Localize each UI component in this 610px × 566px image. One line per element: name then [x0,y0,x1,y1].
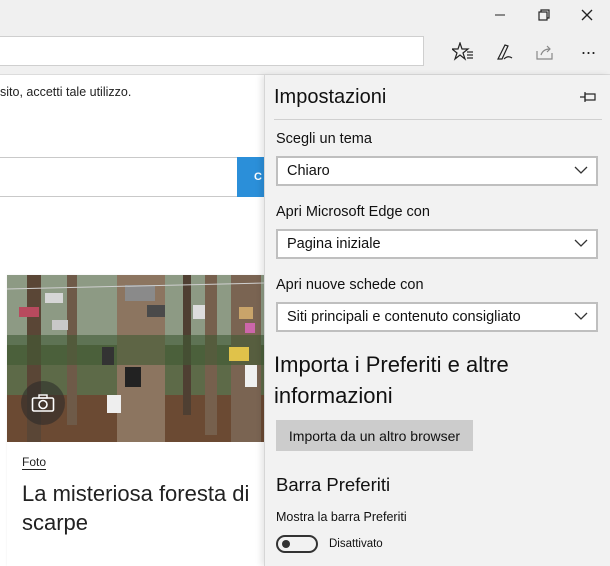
open-with-label: Apri Microsoft Edge con [276,204,430,220]
share-icon [536,45,553,60]
favorites-bar-title: Barra Preferiti [276,474,391,495]
card-headline[interactable]: La misteriosa foresta di scarpe [22,479,252,537]
search-button-label: C [254,171,262,183]
navigation-bar: ··· [0,30,610,75]
search-button[interactable]: C [237,157,267,197]
web-page: sito, accetti tale utilizzo. C Foto La m… [0,75,267,566]
new-tabs-value: Siti principali e contenuto consigliato [287,309,521,325]
settings-title: Impostazioni [274,86,387,108]
card-category[interactable]: Foto [22,455,47,470]
settings-panel: Impostazioni Scegli un tema Chiaro Apri … [264,75,610,566]
news-card[interactable]: Foto La misteriosa foresta di scarpe [7,275,264,566]
chevron-down-icon [574,166,588,174]
theme-label: Scegli un tema [276,131,372,147]
open-with-select[interactable]: Pagina iniziale [276,229,598,259]
camera-icon [31,394,55,412]
import-browser-button[interactable]: Importa da un altro browser [276,420,473,451]
toggle-knob [282,540,290,548]
new-tabs-label: Apri nuove schede con [276,277,424,293]
pin-icon [580,92,596,102]
new-tabs-select[interactable]: Siti principali e contenuto consigliato [276,302,598,332]
address-bar[interactable] [0,36,424,66]
settings-divider [274,119,602,120]
pen-note-icon [497,44,513,60]
minimize-button[interactable] [477,0,523,30]
show-favorites-label: Mostra la barra Preferiti [276,510,407,524]
close-icon [581,9,593,21]
forest-photo [7,275,264,442]
restore-button[interactable] [521,0,567,30]
theme-select[interactable]: Chiaro [276,156,598,186]
pin-button[interactable] [578,87,598,107]
chevron-down-icon [574,312,588,320]
toggle-state-label: Disattivato [329,538,383,550]
import-section-title: Importa i Preferiti e altre informazioni [274,352,509,408]
favorites-bar-toggle[interactable] [276,535,318,553]
open-with-value: Pagina iniziale [287,236,381,252]
title-bar [0,0,610,30]
close-button[interactable] [564,0,610,30]
favorites-star-icon [452,42,473,61]
minimize-icon [495,14,505,16]
favorites-button[interactable] [445,36,481,68]
camera-badge [21,381,65,425]
more-dots-icon[interactable]: ··· [570,36,606,68]
chevron-down-icon [574,239,588,247]
restore-icon [538,9,550,21]
share-button[interactable] [527,36,563,68]
web-note-button[interactable] [487,36,523,68]
search-input[interactable] [0,157,238,197]
cookie-notice: sito, accetti tale utilizzo. [0,85,132,99]
theme-value: Chiaro [287,163,330,179]
